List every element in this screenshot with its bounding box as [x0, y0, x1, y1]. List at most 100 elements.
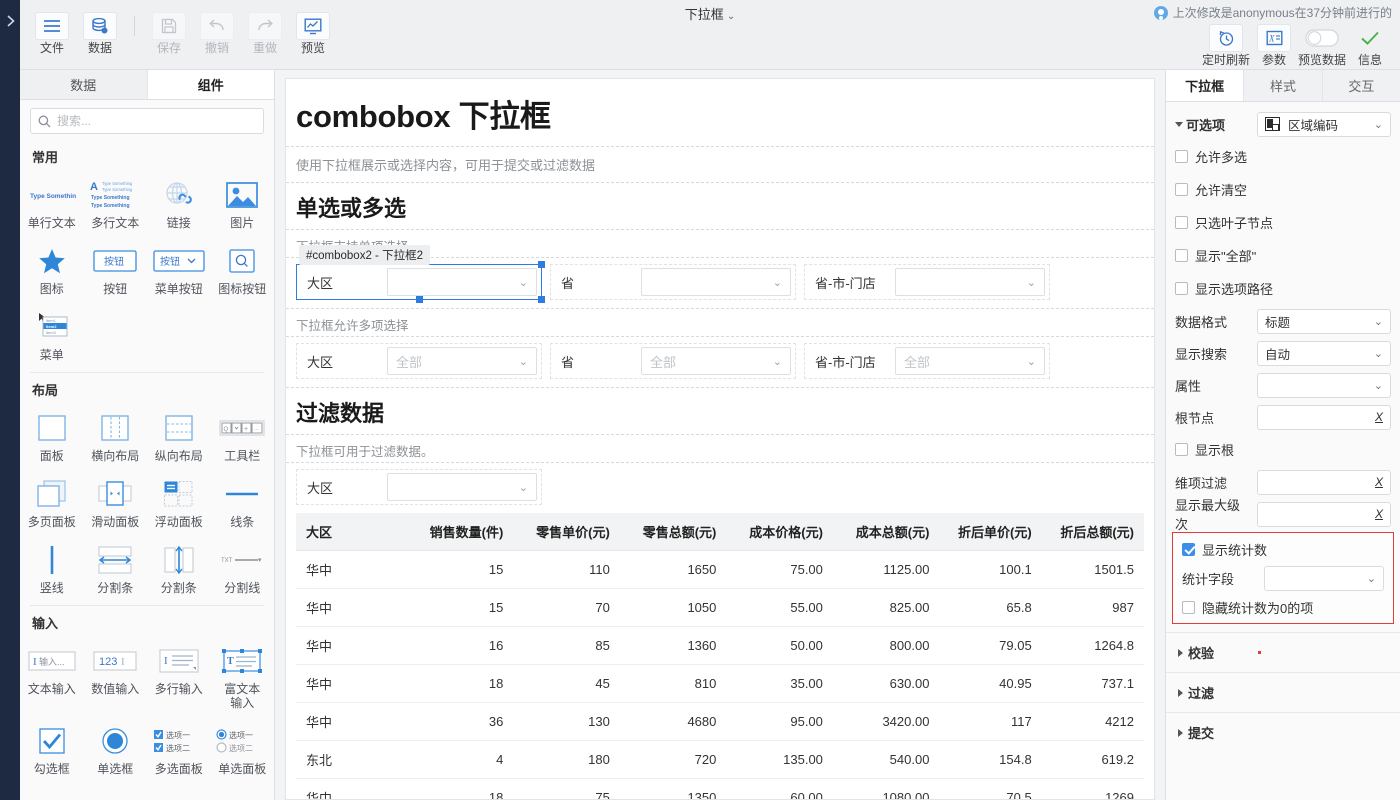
prop-show-option-path[interactable]: 显示选项路径: [1166, 272, 1400, 305]
section-submit[interactable]: 提交: [1166, 712, 1400, 752]
component-split-line[interactable]: TXT 分割线: [211, 533, 275, 599]
combobox-province-multi[interactable]: 全部 ⌄: [641, 347, 791, 375]
component-vertical-layout[interactable]: 纵向布局: [147, 401, 211, 467]
toolbar-button-info[interactable]: 信息: [1346, 22, 1394, 67]
formula-icon[interactable]: X: [1375, 507, 1383, 521]
component-text-input[interactable]: I输入... 文本输入: [20, 634, 84, 714]
checkbox-show-root[interactable]: [1175, 443, 1188, 456]
checkbox-show-option-path[interactable]: [1175, 282, 1188, 295]
table-col-qty[interactable]: 销售数量(件): [407, 513, 514, 551]
attribute-select[interactable]: ⌄: [1257, 373, 1391, 398]
prop-show-all[interactable]: 显示"全部": [1166, 239, 1400, 272]
checkbox-hide-zero-stat[interactable]: [1182, 601, 1195, 614]
component-multipage-panel[interactable]: 多页面板: [20, 467, 84, 533]
component-icon-button[interactable]: 图标按钮: [211, 234, 275, 300]
toolbar-button-file[interactable]: 文件: [28, 10, 76, 55]
table-col-discount-total[interactable]: 折后总额(元): [1042, 513, 1144, 551]
tab-components[interactable]: 组件: [148, 70, 275, 99]
tab-combobox[interactable]: 下拉框: [1166, 70, 1244, 101]
component-multi-line-text[interactable]: AType SomethingType SomethingType Someth…: [84, 168, 148, 234]
resize-handle-bottom-right[interactable]: [538, 296, 545, 303]
component-slide-panel[interactable]: 滑动面板: [84, 467, 148, 533]
field-region-multi[interactable]: 大区 全部 ⌄: [296, 343, 542, 379]
combobox-province-city-store[interactable]: ⌄: [895, 268, 1045, 296]
selected-combobox-wrapper[interactable]: #combobox2 - 下拉框2 大区 ⌄: [296, 264, 542, 300]
toolbar-button-undo[interactable]: 撤销: [193, 10, 241, 55]
checkbox-allow-clear[interactable]: [1175, 183, 1188, 196]
toolbar-button-save[interactable]: 保存: [145, 10, 193, 55]
checkbox-show-stat-count[interactable]: [1182, 543, 1195, 556]
section-validation[interactable]: 校验: [1166, 632, 1400, 672]
max-level-input[interactable]: X: [1257, 502, 1391, 527]
checkbox-leaf-only[interactable]: [1175, 216, 1188, 229]
field-province-city-store[interactable]: 省-市-门店 ⌄: [804, 264, 1050, 300]
toolbar-button-redo[interactable]: 重做: [241, 10, 289, 55]
table-col-retail-total[interactable]: 零售总额(元): [620, 513, 727, 551]
stat-field-select[interactable]: ⌄: [1264, 566, 1384, 591]
component-split-bar-vertical[interactable]: 分割条: [147, 533, 211, 599]
toolbar-button-params[interactable]: X 参数: [1250, 22, 1298, 67]
component-richtext-input[interactable]: T 富文本 输入: [211, 634, 275, 714]
table-row[interactable]: 东北 4 180 720 135.00 540.00 154.8 619.2: [296, 741, 1144, 779]
component-split-bar-horizontal[interactable]: 分割条: [84, 533, 148, 599]
options-select[interactable]: 区域编码 ⌄: [1257, 112, 1391, 137]
tab-interaction[interactable]: 交互: [1323, 70, 1400, 101]
prop-allow-clear[interactable]: 允许清空: [1166, 173, 1400, 206]
component-image[interactable]: 图片: [211, 168, 275, 234]
toolbar-button-data[interactable]: 数据: [76, 10, 124, 55]
data-format-select[interactable]: 标题 ⌄: [1257, 309, 1391, 334]
prop-hide-zero-stat[interactable]: 隐藏统计数为0的项: [1173, 593, 1393, 621]
search-input[interactable]: [57, 114, 256, 128]
table-col-region[interactable]: 大区: [296, 513, 407, 551]
prop-options-header[interactable]: 可选项: [1175, 115, 1251, 134]
table-col-cost-total[interactable]: 成本总额(元): [833, 513, 940, 551]
search-box[interactable]: [30, 108, 264, 134]
toolbar-button-preview[interactable]: 预览: [289, 10, 337, 55]
design-canvas[interactable]: combobox 下拉框 使用下拉框展示或选择内容，可用于提交或过滤数据 单选或…: [285, 78, 1155, 800]
component-line[interactable]: 线条: [211, 467, 275, 533]
table-row[interactable]: 华中 15 110 1650 75.00 1125.00 100.1 1501.…: [296, 551, 1144, 589]
show-search-select[interactable]: 自动 ⌄: [1257, 341, 1391, 366]
table-row[interactable]: 华中 15 70 1050 55.00 825.00 65.8 987: [296, 589, 1144, 627]
field-province-multi[interactable]: 省 全部 ⌄: [550, 343, 796, 379]
prop-leaf-only[interactable]: 只选叶子节点: [1166, 206, 1400, 239]
prop-show-stat-count[interactable]: 显示统计数: [1173, 535, 1393, 563]
formula-icon[interactable]: X: [1375, 475, 1383, 489]
field-province[interactable]: 省 ⌄: [550, 264, 796, 300]
resize-handle-top-right[interactable]: [538, 261, 545, 268]
component-button[interactable]: 按钮 按钮: [84, 234, 148, 300]
resize-handle-bottom-middle[interactable]: [416, 296, 423, 303]
table-row[interactable]: 华中 18 75 1350 60.00 1080.00 70.5 1269: [296, 779, 1144, 800]
tab-data[interactable]: 数据: [20, 70, 148, 99]
toolbar-button-scheduled-refresh[interactable]: 定时刷新: [1202, 22, 1250, 67]
components-list[interactable]: 常用 Type Something 单行文本 AType SomethingTy…: [20, 140, 274, 800]
component-panel[interactable]: 面板: [20, 401, 84, 467]
component-vertical-line[interactable]: 竖线: [20, 533, 84, 599]
table-row[interactable]: 华中 16 85 1360 50.00 800.00 79.05 1264.8: [296, 627, 1144, 665]
combobox-province-city-store-multi[interactable]: 全部 ⌄: [895, 347, 1045, 375]
component-textarea-input[interactable]: I 多行输入: [147, 634, 211, 714]
table-col-cost-price[interactable]: 成本价格(元): [726, 513, 833, 551]
combobox-region[interactable]: ⌄: [387, 268, 537, 296]
prop-allow-multi[interactable]: 允许多选: [1166, 140, 1400, 173]
component-single-line-text[interactable]: Type Something 单行文本: [20, 168, 84, 234]
component-radio-panel[interactable]: 选项一选项二 单选面板: [211, 714, 275, 780]
component-menu-button[interactable]: 按钮 菜单按钮: [147, 234, 211, 300]
table-col-discount-price[interactable]: 折后单价(元): [939, 513, 1041, 551]
checkbox-show-all[interactable]: [1175, 249, 1188, 262]
prop-show-root[interactable]: 显示根: [1166, 433, 1400, 466]
component-checkbox-panel[interactable]: 选项一选项二 多选面板: [147, 714, 211, 780]
table-row[interactable]: 华中 36 130 4680 95.00 3420.00 117 4212: [296, 703, 1144, 741]
table-col-retail-price[interactable]: 零售单价(元): [513, 513, 620, 551]
tab-style[interactable]: 样式: [1244, 70, 1322, 101]
section-filter[interactable]: 过滤: [1166, 672, 1400, 712]
field-region-filter[interactable]: 大区 ⌄: [296, 469, 542, 505]
table-row[interactable]: 华中 18 45 810 35.00 630.00 40.95 737.1: [296, 665, 1144, 703]
component-horizontal-layout[interactable]: 横向布局: [84, 401, 148, 467]
combobox-province[interactable]: ⌄: [641, 268, 791, 296]
combobox-region-multi[interactable]: 全部 ⌄: [387, 347, 537, 375]
component-icon[interactable]: 图标: [20, 234, 84, 300]
component-number-input[interactable]: 123I 数值输入: [84, 634, 148, 714]
component-radio[interactable]: 单选框: [84, 714, 148, 780]
formula-icon[interactable]: X: [1375, 410, 1383, 424]
